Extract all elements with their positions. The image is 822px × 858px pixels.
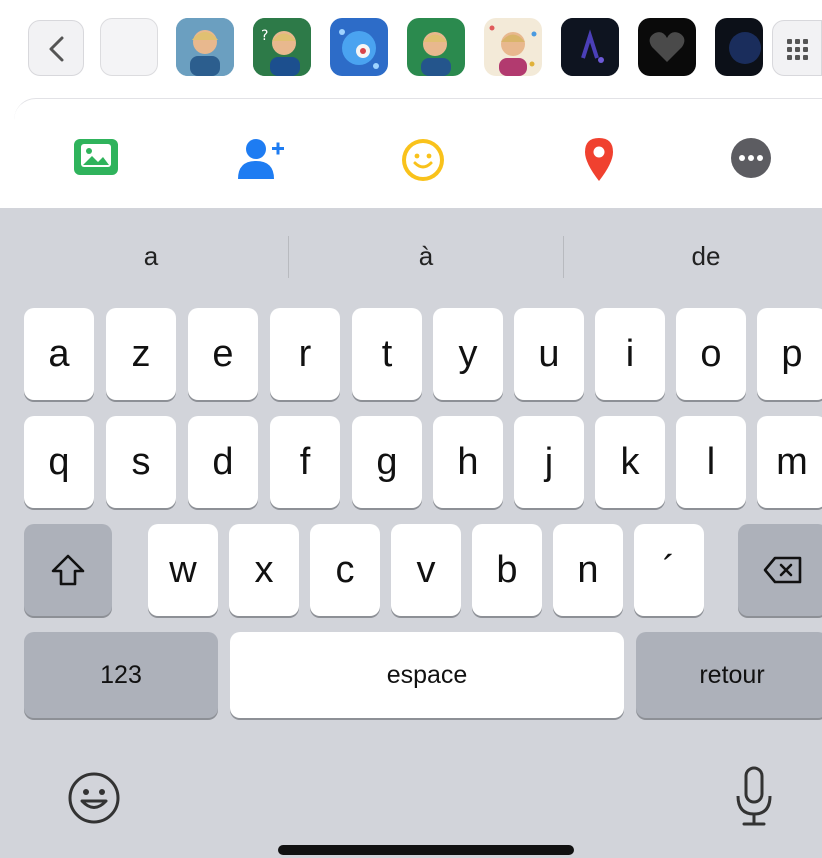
location-app-button[interactable]	[584, 137, 614, 186]
heart-sticker-thumb[interactable]	[638, 18, 696, 76]
key[interactable]: h	[433, 416, 503, 508]
more-icon	[731, 138, 771, 178]
key[interactable]: ´	[634, 524, 704, 616]
chevron-left-icon	[49, 36, 64, 62]
key[interactable]: q	[24, 416, 94, 508]
shift-key[interactable]	[24, 524, 112, 616]
key[interactable]: e	[188, 308, 258, 400]
suggestion-1[interactable]: a	[14, 208, 288, 304]
key[interactable]: d	[188, 416, 258, 508]
key[interactable]: s	[106, 416, 176, 508]
sticker-strip: ?	[0, 0, 822, 100]
backspace-icon	[763, 556, 802, 584]
suggestion-3[interactable]: de	[564, 208, 822, 304]
photos-app-button[interactable]	[74, 137, 118, 182]
memoji-sticker-thumb[interactable]: ?	[253, 18, 311, 76]
space-key[interactable]: espace	[230, 632, 624, 718]
memoji-sticker-thumb[interactable]	[484, 18, 542, 76]
svg-text:?: ?	[261, 28, 268, 44]
photos-icon	[74, 139, 118, 175]
shift-icon	[51, 554, 85, 586]
key[interactable]: f	[270, 416, 340, 508]
dark-sticker-thumb[interactable]	[561, 18, 619, 76]
key[interactable]: r	[270, 308, 340, 400]
home-indicator[interactable]	[278, 845, 574, 855]
grid-icon	[787, 39, 808, 60]
more-apps-button[interactable]	[730, 137, 772, 184]
memoji-sticker-thumb[interactable]	[330, 18, 388, 76]
emoji-sticker-icon	[402, 139, 444, 181]
key[interactable]: x	[229, 524, 299, 616]
key[interactable]: t	[352, 308, 422, 400]
memoji-sticker-thumb[interactable]	[176, 18, 234, 76]
key[interactable]: i	[595, 308, 665, 400]
emoji-icon	[68, 772, 120, 824]
key[interactable]: u	[514, 308, 584, 400]
emoji-keyboard-button[interactable]	[66, 770, 122, 831]
key[interactable]: v	[391, 524, 461, 616]
microphone-icon	[736, 766, 772, 826]
collapse-button[interactable]	[28, 20, 84, 76]
key[interactable]: n	[553, 524, 623, 616]
location-icon	[585, 138, 613, 181]
key[interactable]: l	[676, 416, 746, 508]
key[interactable]: k	[595, 416, 665, 508]
keyboard: a à de a z e r t y u i o p q s d f g h j…	[0, 208, 822, 858]
key[interactable]: w	[148, 524, 218, 616]
key[interactable]: j	[514, 416, 584, 508]
key[interactable]: c	[310, 524, 380, 616]
key[interactable]: y	[433, 308, 503, 400]
dictation-button[interactable]	[734, 766, 774, 833]
contacts-icon	[238, 139, 284, 179]
sticker-grid-button[interactable]	[772, 20, 822, 76]
return-key[interactable]: retour	[636, 632, 822, 718]
key[interactable]: g	[352, 416, 422, 508]
dark-sticker-thumb[interactable]	[715, 18, 763, 76]
key[interactable]: o	[676, 308, 746, 400]
emoji-sticker-app-button[interactable]	[400, 137, 446, 188]
key[interactable]: m	[757, 416, 822, 508]
sticker-thumb-empty[interactable]	[100, 18, 158, 76]
suggestion-2[interactable]: à	[289, 208, 563, 304]
key[interactable]: z	[106, 308, 176, 400]
delete-key[interactable]	[738, 524, 822, 616]
key[interactable]: p	[757, 308, 822, 400]
numbers-key[interactable]: 123	[24, 632, 218, 718]
memoji-sticker-thumb[interactable]	[407, 18, 465, 76]
app-drawer	[14, 98, 822, 211]
key[interactable]: b	[472, 524, 542, 616]
contacts-app-button[interactable]	[236, 137, 286, 184]
key[interactable]: a	[24, 308, 94, 400]
